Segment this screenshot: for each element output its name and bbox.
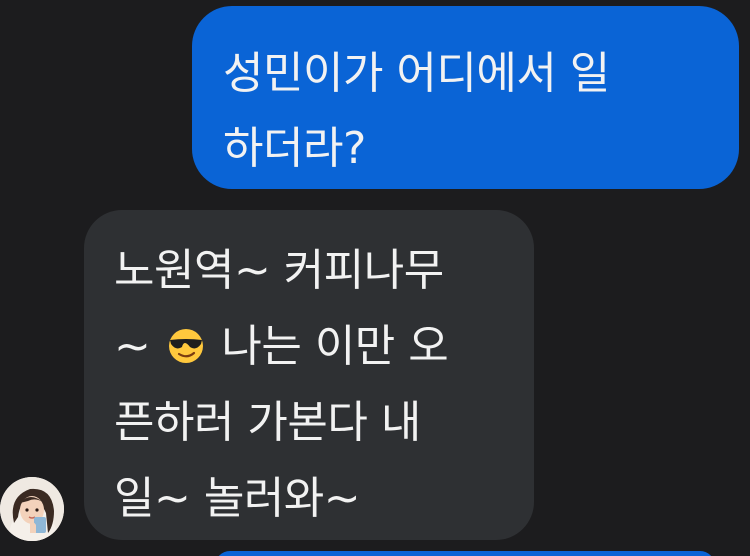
message-text-line: 일~ 놀러와~ — [114, 473, 361, 524]
profile-picture-icon — [0, 477, 64, 541]
message-text-line: 픈하러 가본다 내 — [114, 397, 421, 448]
message-text-line: 하더라? — [223, 123, 366, 174]
message-text: 나는 이만 오 — [221, 321, 449, 372]
message-text-line: ~ 나는 이만 오 — [114, 309, 510, 385]
outgoing-message-bubble-partial[interactable] — [215, 551, 715, 556]
message-text-line: 성민이가 어디에서 일 — [223, 48, 610, 99]
message-text: ~ — [114, 321, 151, 372]
message-text-line: 노원역~ 커피나무 — [114, 245, 444, 296]
avatar[interactable] — [0, 477, 64, 541]
outgoing-message-bubble[interactable]: 성민이가 어디에서 일 하더라? — [192, 6, 739, 189]
incoming-message-bubble[interactable]: 노원역~ 커피나무 ~ 나는 이만 오 픈하러 가본다 내 일~ 놀러와~ — [84, 210, 534, 540]
sunglasses-emoji-icon — [168, 329, 203, 363]
